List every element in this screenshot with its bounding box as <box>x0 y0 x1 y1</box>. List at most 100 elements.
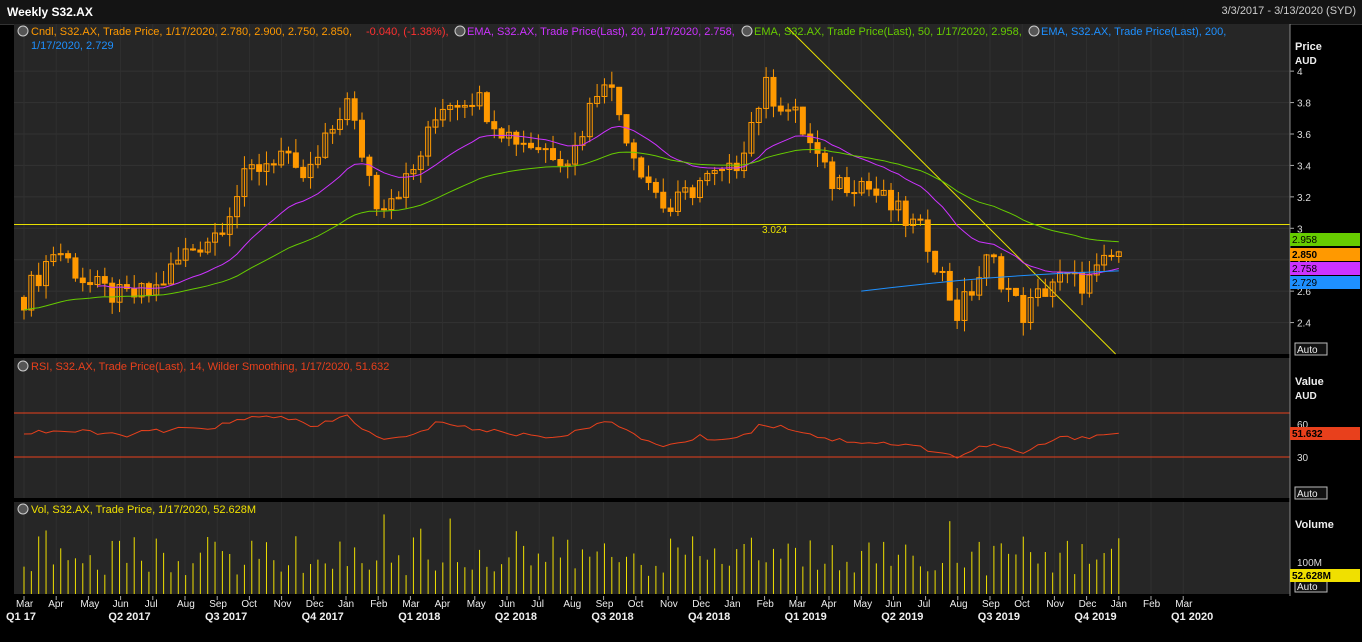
candle-body <box>608 84 615 88</box>
candle-body <box>87 282 94 286</box>
candle-body <box>902 200 909 226</box>
candle-body <box>660 191 667 209</box>
volume-value-tag: 52.628M <box>1290 569 1360 582</box>
candle-body <box>946 270 953 301</box>
price-axis-title: Price <box>1295 41 1322 53</box>
quarter-label: Q1 2018 <box>398 611 440 623</box>
legend-gear-icon[interactable] <box>17 25 29 37</box>
candle-body <box>351 98 358 121</box>
candle-body <box>557 159 564 167</box>
month-label: Jul <box>531 599 544 610</box>
candle-body <box>101 276 108 284</box>
month-label: Mar <box>16 599 34 610</box>
svg-text:2.850: 2.850 <box>1292 250 1317 261</box>
month-label: Apr <box>48 599 64 610</box>
window-title-bar: Weekly S32.AX 3/3/2017 - 3/13/2020 (SYD) <box>0 0 1362 25</box>
month-label: Jun <box>113 599 129 610</box>
month-label: Dec <box>306 599 324 610</box>
volume-tick-label: 100M <box>1297 558 1322 569</box>
month-label: Feb <box>757 599 775 610</box>
price-auto-button[interactable]: Auto <box>1294 342 1328 356</box>
candle-body <box>469 104 476 107</box>
candle-body <box>616 86 623 116</box>
candle-body <box>145 283 152 296</box>
candle-body <box>821 152 828 163</box>
month-label: Jul <box>918 599 931 610</box>
candle-body <box>219 232 226 235</box>
month-label: Sep <box>596 599 614 610</box>
month-label: Feb <box>370 599 388 610</box>
month-label: Oct <box>1014 599 1030 610</box>
candle-body <box>924 219 931 252</box>
candle-body <box>550 148 557 161</box>
legend-gear-icon[interactable] <box>741 25 753 37</box>
candle-body <box>645 176 652 183</box>
candle-body <box>807 133 814 144</box>
candle-body <box>65 253 72 259</box>
quarter-label: Q3 2019 <box>978 611 1020 623</box>
legend-gear-icon[interactable] <box>454 25 466 37</box>
svg-text:52.628M: 52.628M <box>1292 571 1331 582</box>
month-label: Jan <box>724 599 740 610</box>
candle-body <box>35 274 42 287</box>
candle-body <box>917 218 924 221</box>
quarter-label: Q1 2019 <box>785 611 827 623</box>
candle-body <box>865 181 872 190</box>
candle-body <box>513 131 520 145</box>
ema50-value-tag: 2.958 <box>1290 233 1360 246</box>
candle-body <box>630 142 637 159</box>
candle-body <box>968 291 975 296</box>
rsi-tick-label: 30 <box>1297 453 1309 464</box>
candle-body <box>72 257 79 279</box>
cndl-change: -0.040, (-1.38%), <box>366 26 449 38</box>
legend-gear-icon[interactable] <box>17 503 29 515</box>
candle-body <box>652 181 659 193</box>
month-label: Aug <box>950 599 968 610</box>
candle-body <box>270 163 277 166</box>
candle-body <box>1042 288 1049 297</box>
svg-text:2.758: 2.758 <box>1292 264 1317 275</box>
price-tick-label: 2.4 <box>1297 319 1311 330</box>
month-label: Nov <box>274 599 292 610</box>
rsi-auto-button[interactable]: Auto <box>1294 486 1328 500</box>
legend-gear-icon[interactable] <box>17 360 29 372</box>
candle-body <box>689 187 696 199</box>
svg-text:Auto: Auto <box>1297 489 1318 500</box>
candle-body <box>527 142 534 149</box>
candle-body <box>990 254 997 258</box>
month-label: May <box>853 599 872 610</box>
quarter-label: Q4 2018 <box>688 611 730 623</box>
candle-body <box>21 296 27 311</box>
candle-body <box>954 299 961 321</box>
candle-body <box>535 147 542 151</box>
price-tick-label: 4 <box>1297 67 1303 78</box>
candle-body <box>667 207 674 212</box>
quarter-label: Q2 2018 <box>495 611 537 623</box>
candle-body <box>799 106 806 135</box>
candle-body <box>79 277 86 284</box>
candle-body <box>1079 271 1086 294</box>
rsi-panel-background <box>14 358 1290 498</box>
stock-chart[interactable]: 2.42.62.833.23.43.63.843060100MMar Apr May… <box>0 24 1362 642</box>
candle-body <box>160 283 167 286</box>
month-label: Jun <box>885 599 901 610</box>
month-label: Jul <box>145 599 158 610</box>
ema200-legend-line2: 1/17/2020, 2.729 <box>31 40 114 52</box>
legend-gear-icon[interactable] <box>1028 25 1040 37</box>
candle-body <box>189 248 196 251</box>
candle-body <box>454 105 461 108</box>
candle-body <box>498 128 505 139</box>
candle-body <box>1020 294 1027 323</box>
month-label: Dec <box>1079 599 1097 610</box>
month-label: Aug <box>177 599 195 610</box>
candle-body <box>285 150 292 154</box>
rsi-axis-unit: AUD <box>1295 391 1317 402</box>
month-label: Jun <box>499 599 515 610</box>
month-label: Mar <box>789 599 807 610</box>
candle-body <box>851 192 858 195</box>
candle-body <box>770 76 777 107</box>
candle-body <box>520 142 527 145</box>
candle-body <box>358 119 365 158</box>
svg-text:Auto: Auto <box>1297 345 1318 356</box>
candle-body <box>939 270 946 273</box>
